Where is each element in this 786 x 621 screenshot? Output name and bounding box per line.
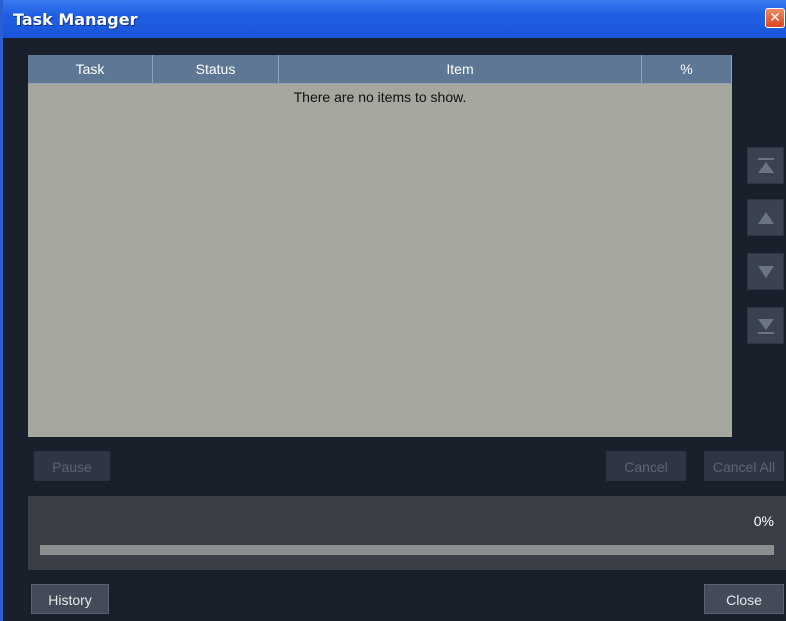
close-button[interactable]: Close xyxy=(704,584,784,614)
cancel-button[interactable]: Cancel xyxy=(606,451,686,481)
move-to-top-button[interactable] xyxy=(747,147,784,184)
table-header: Task Status Item % xyxy=(28,55,732,84)
move-up-icon xyxy=(758,212,774,224)
cancel-all-button[interactable]: Cancel All xyxy=(704,451,784,481)
move-down-icon xyxy=(758,266,774,278)
task-manager-window: Task Manager ✕ Task Status Item % There … xyxy=(0,0,786,621)
window-title: Task Manager xyxy=(13,10,138,29)
column-header-percent[interactable]: % xyxy=(642,55,732,84)
move-to-top-icon xyxy=(758,158,774,173)
close-icon[interactable]: ✕ xyxy=(765,8,785,28)
move-up-button[interactable] xyxy=(747,199,784,236)
column-header-task[interactable]: Task xyxy=(28,55,153,84)
progress-percent-label: 0% xyxy=(753,513,774,529)
pause-button[interactable]: Pause xyxy=(34,451,110,481)
empty-list-message: There are no items to show. xyxy=(293,89,467,105)
move-to-bottom-button[interactable] xyxy=(747,307,784,344)
move-down-button[interactable] xyxy=(747,253,784,290)
move-to-bottom-icon xyxy=(758,319,774,334)
history-button[interactable]: History xyxy=(31,584,109,614)
task-table[interactable]: Task Status Item % There are no items to… xyxy=(28,55,732,437)
title-bar[interactable]: Task Manager ✕ xyxy=(3,0,786,38)
progress-bar xyxy=(40,545,774,555)
progress-panel: 0% xyxy=(28,496,786,570)
column-header-status[interactable]: Status xyxy=(153,55,279,84)
column-header-item[interactable]: Item xyxy=(279,55,642,84)
